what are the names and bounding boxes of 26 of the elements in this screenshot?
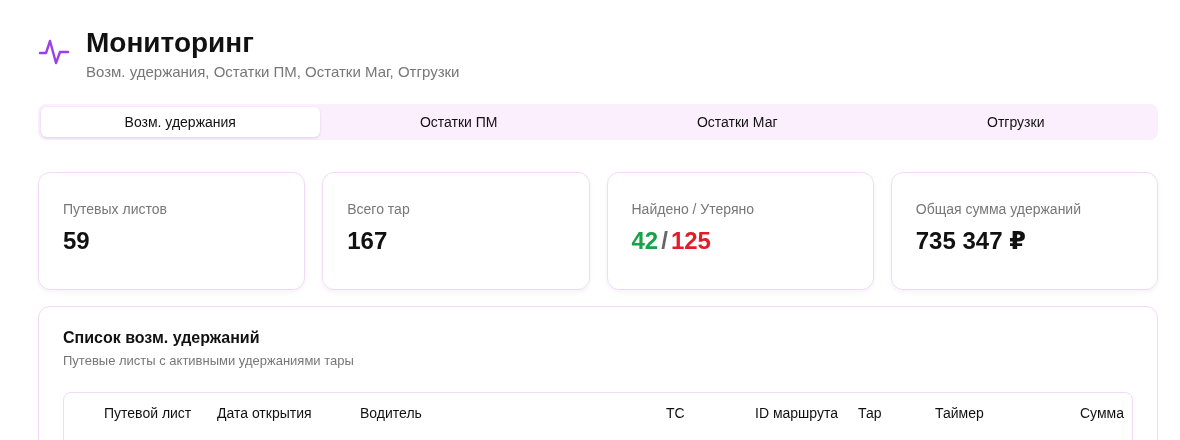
panel-description: Путевые листы с активными удержаниями тары [63,353,355,368]
tab[interactable]: Остатки Маг [598,107,877,137]
stat-label: Всего тар [347,201,410,217]
stat-label: Общая сумма удержаний [915,201,1081,217]
found-count: 42 [631,227,659,255]
column-header: Дата открытия [217,405,312,421]
lost-count: 125 [670,227,711,255]
tab[interactable]: Остатки ПМ [319,107,598,137]
column-header: ТС [666,405,685,421]
column-header: Путевой лист [104,405,192,421]
tab[interactable]: Возм. удержания [41,107,320,137]
column-header: Таймер [935,405,984,421]
column-header: ID маршрута [755,405,838,421]
stat-label: Путевых листов [63,201,167,217]
page-title: Мониторинг [86,26,255,60]
stat-value: 735 347 ₽ [915,227,1026,255]
column-header: Сумма [1080,405,1124,421]
stat-label: Найдено / Утеряно [631,201,755,217]
column-header: Тар [858,405,882,421]
separator: / [661,227,668,255]
stat-value: 59 [63,227,90,255]
column-header: Водитель [360,405,422,421]
stat-value: 167 [347,227,388,255]
panel-title: Список возм. удержаний [63,329,260,347]
page-subtitle: Возм. удержания, Остатки ПМ, Остатки Маг, Отгрузки [86,63,460,80]
tab[interactable]: Отгрузки [876,107,1155,137]
